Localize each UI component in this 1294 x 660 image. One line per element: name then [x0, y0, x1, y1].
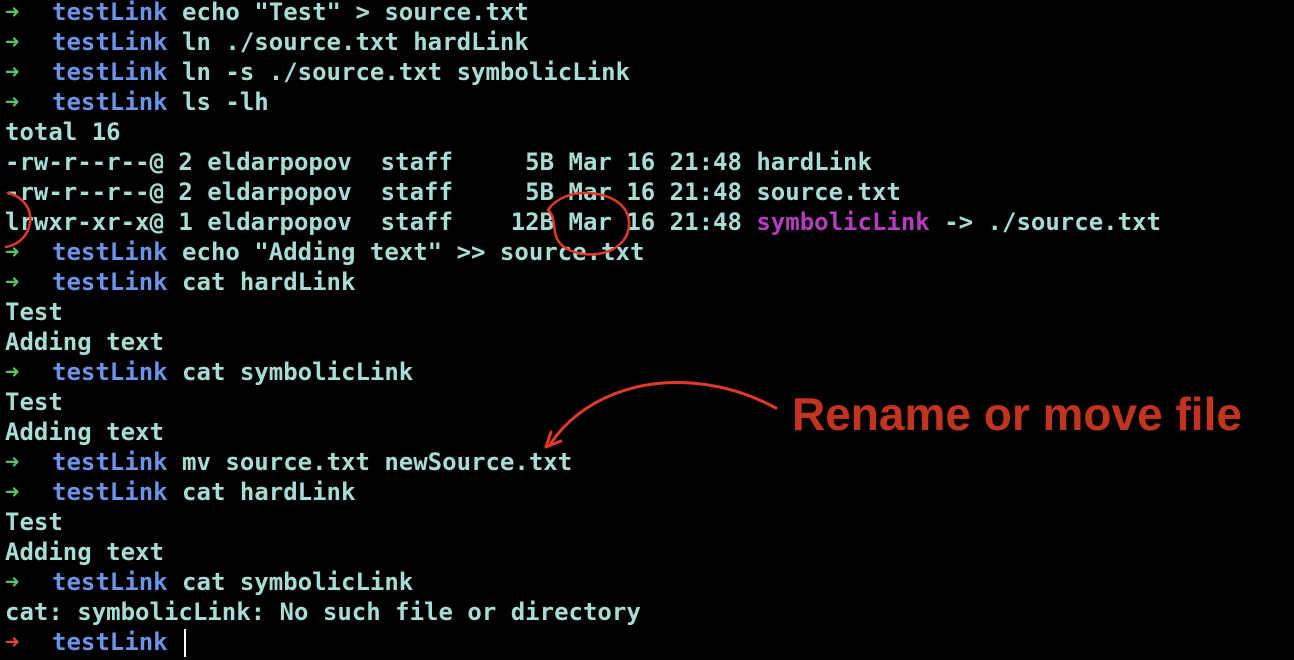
prompt-line: ➜ testLink cat hardLink [5, 267, 355, 297]
output-text: -rw-r--r--@ 2 eldarpopov staff 5B Mar 16… [5, 148, 872, 176]
prompt-directory: testLink [52, 28, 168, 56]
prompt-line: ➜ testLink echo "Adding text" >> source.t… [5, 237, 644, 267]
command-text: ls -lh [182, 88, 269, 116]
output-text: total 16 [5, 118, 121, 146]
prompt-directory: testLink [52, 58, 168, 86]
prompt-arrow-icon: ➜ [5, 478, 20, 506]
command-text: cat hardLink [182, 478, 356, 506]
command-text: ln -s ./source.txt symbolicLink [182, 58, 630, 86]
symlink-target: -> ./source.txt [929, 208, 1161, 236]
prompt-directory: testLink [52, 568, 168, 596]
output-line: Adding text [5, 537, 164, 567]
listing-prefix: lrwxr-xr-x@ 1 eldarpopov staff 12B Mar 1… [5, 208, 757, 236]
prompt-line: ➜ testLink cat hardLink [5, 477, 355, 507]
prompt-directory: testLink [52, 358, 168, 386]
output-line: Adding text [5, 417, 164, 447]
prompt-arrow-icon: ➜ [5, 88, 20, 116]
prompt-arrow-icon: ➜ [5, 358, 20, 386]
prompt-directory: testLink [52, 478, 168, 506]
prompt-directory: testLink [52, 628, 168, 656]
terminal-window[interactable]: ➜ testLink echo "Test" > source.txt ➜ testL… [0, 0, 1294, 660]
prompt-line: ➜ testLink cat symbolicLink [5, 567, 413, 597]
output-text: -rw-r--r--@ 2 eldarpopov staff 5B Mar 16… [5, 178, 901, 206]
command-text: echo "Test" > source.txt [182, 0, 529, 26]
symlink-name: symbolicLink [756, 208, 930, 236]
prompt-directory: testLink [52, 238, 168, 266]
prompt-line: ➜ testLink ln -s ./source.txt symbolicLin… [5, 57, 630, 87]
output-text: cat: symbolicLink: No such file or direc… [5, 598, 641, 626]
prompt-line: ➜ testLink cat symbolicLink [5, 357, 413, 387]
command-text: echo "Adding text" >> source.txt [182, 238, 645, 266]
prompt-line: ➜ testLink echo "Test" > source.txt [5, 0, 529, 27]
prompt-arrow-icon: ➜ [5, 238, 20, 266]
output-line: cat: symbolicLink: No such file or direc… [5, 597, 641, 627]
command-text: cat symbolicLink [182, 358, 414, 386]
output-line: lrwxr-xr-x@ 1 eldarpopov staff 12B Mar 1… [5, 207, 1161, 237]
command-text: cat hardLink [182, 268, 356, 296]
prompt-directory: testLink [52, 0, 168, 26]
prompt-arrow-icon: ➜ [5, 28, 20, 56]
prompt-directory: testLink [52, 268, 168, 296]
prompt-line: ➜ testLink mv source.txt newSource.txt [5, 447, 572, 477]
prompt-arrow-icon: ➜ [5, 568, 20, 596]
prompt-arrow-icon: ➜ [5, 628, 20, 656]
prompt-directory: testLink [52, 88, 168, 116]
output-line: total 16 [5, 117, 121, 147]
output-text: Test [5, 298, 63, 326]
output-text: Adding text [5, 538, 164, 566]
output-line: Test [5, 507, 63, 537]
command-text: cat symbolicLink [182, 568, 414, 596]
output-line: -rw-r--r--@ 2 eldarpopov staff 5B Mar 16… [5, 177, 901, 207]
output-text: Adding text [5, 328, 164, 356]
output-text: Adding text [5, 418, 164, 446]
output-line: Adding text [5, 327, 164, 357]
prompt-line: ➜ testLink ls -lh [5, 87, 269, 117]
prompt-arrow-icon: ➜ [5, 448, 20, 476]
prompt-directory: testLink [52, 448, 168, 476]
command-text: mv source.txt newSource.txt [182, 448, 573, 476]
output-line: Test [5, 297, 63, 327]
prompt-line: ➜ testLink [5, 627, 187, 657]
command-text: ln ./source.txt hardLink [182, 28, 529, 56]
output-text: Test [5, 388, 63, 416]
output-text: Test [5, 508, 63, 536]
prompt-arrow-icon: ➜ [5, 268, 20, 296]
annotation-label: Rename or move file [792, 388, 1242, 440]
text-cursor[interactable] [184, 629, 187, 657]
prompt-arrow-icon: ➜ [5, 0, 20, 26]
output-line: Test [5, 387, 63, 417]
prompt-arrow-icon: ➜ [5, 58, 20, 86]
output-line: -rw-r--r--@ 2 eldarpopov staff 5B Mar 16… [5, 147, 872, 177]
prompt-line: ➜ testLink ln ./source.txt hardLink [5, 27, 529, 57]
